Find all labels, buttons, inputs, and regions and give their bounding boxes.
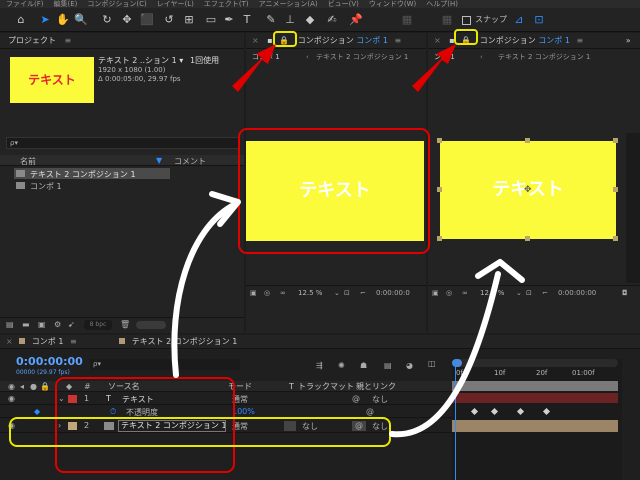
layer-row-highlight-box [9,417,391,447]
canvas-highlight-box [238,128,430,254]
lock-highlight-box [454,29,478,45]
layer-highlight-box [55,377,235,473]
annotation-white-arrow [389,271,501,438]
lock-highlight-box [273,31,297,47]
annotation-overlay [9,29,525,473]
annotation-red-arrow [232,44,276,92]
annotation-red-arrow [412,44,456,92]
annotation-white-arrow [171,203,235,378]
